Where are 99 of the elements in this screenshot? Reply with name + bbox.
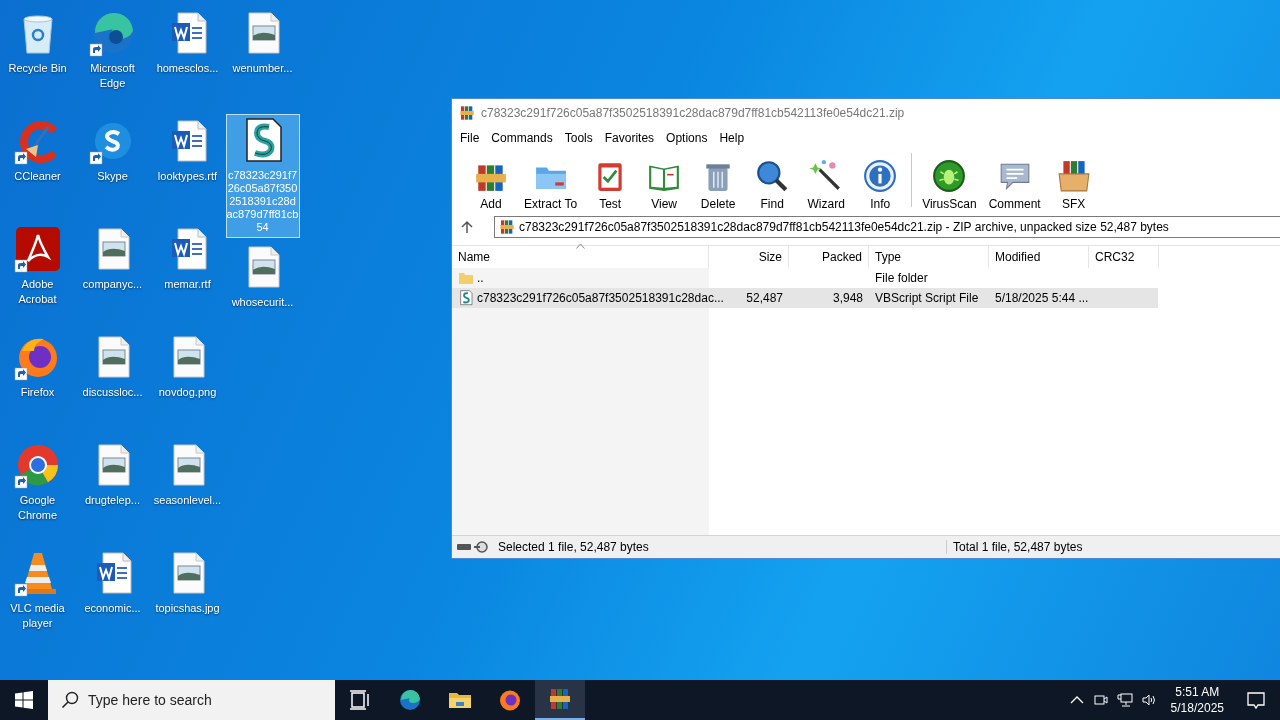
column-header[interactable]: Modified [989,246,1089,268]
toolbar-button[interactable]: Test [583,159,638,211]
table-cell: File folder [875,271,928,285]
script-file-icon [458,290,474,306]
task-view-icon [348,688,372,712]
desktop-shortcut[interactable]: discussloc... [75,330,150,404]
document-icon [171,228,206,270]
cleaner-icon [19,121,57,163]
image-file-icon [248,12,279,54]
box-icon [1056,159,1091,193]
archive-icon [499,219,515,235]
desktop-shortcut[interactable]: topicshas.jpg [150,546,225,620]
desktop-shortcut[interactable]: Google Chrome [0,438,75,527]
status-text: Selected 1 file, 52,487 bytes [498,540,650,554]
table-cell: 52,487 [746,291,783,305]
desktop-shortcut[interactable]: drugtelep... [75,438,150,512]
desktop-shortcut[interactable]: CCleaner [0,114,75,188]
desktop-shortcut[interactable]: looktypes.rtf [150,114,225,188]
up-arrow-icon[interactable] [460,220,474,234]
volume-icon[interactable] [1140,692,1157,708]
desktop-shortcut[interactable]: companyc... [75,222,150,296]
column-header[interactable]: Packed [789,246,869,268]
info-icon [863,159,898,193]
document-icon [171,120,206,162]
window-title: c78323c291f726c05a87f3502518391c28dac879d7ff81cb542113fe0e54dc21.zip [481,106,905,120]
table-cell: .. [477,271,484,285]
column-header[interactable]: CRC32 [1089,246,1159,268]
browser-icon [498,688,522,712]
table-cell: 3,948 [832,291,863,305]
archive-icon [459,105,475,121]
bug-icon [932,159,967,193]
taskbar-app[interactable] [535,680,585,720]
camera-icon[interactable] [1092,692,1109,708]
chat-app-icon [94,123,131,159]
script-file-icon [245,118,282,162]
toolbar-button[interactable]: Find [745,159,800,211]
desktop-shortcut[interactable]: VLC media player [0,546,75,635]
notification-icon[interactable] [1246,690,1266,710]
windows-logo-icon [15,691,33,709]
archive-icon [548,687,572,711]
desktop-shortcut[interactable]: Recycle Bin [0,6,75,80]
search-icon [61,691,79,709]
toolbar-button[interactable]: Comment [982,159,1047,211]
menu-item[interactable]: Commands [485,131,559,145]
column-header[interactable]: Name [452,246,709,268]
desktop-shortcut[interactable]: memar.rtf [150,222,225,296]
search-field[interactable]: Type here to search [48,680,335,720]
browser-icon [18,338,57,377]
image-file-icon [98,336,129,378]
desktop-shortcut[interactable]: homesclos... [150,6,225,80]
toolbar-button[interactable]: Extract To [518,159,584,211]
image-file-icon [98,228,129,270]
browser-icon [17,445,58,486]
desktop-shortcut[interactable]: wenumber... [225,6,300,80]
file-row[interactable]: .. File folder [452,268,1158,288]
desktop-shortcut[interactable]: whosecurit... [225,240,300,314]
document-icon [171,12,206,54]
toolbar-button[interactable]: Wizard [799,159,854,211]
document-icon [96,552,131,594]
clock[interactable]: 5:51 AM 5/18/2025 [1160,684,1234,716]
toolbar-button[interactable]: View [637,159,692,211]
image-file-icon [173,336,204,378]
file-row[interactable]: c78323c291f726c05a87f3502518391c28dac... 52,487 3,948 VBScript Script File 5/18/2025 5:44 ... [452,288,1158,308]
image-file-icon [173,444,204,486]
table-cell: c78323c291f726c05a87f3502518391c28dac... [477,291,724,305]
column-header[interactable]: Type [869,246,989,268]
toolbar-button[interactable]: Delete [691,159,746,211]
image-file-icon [98,444,129,486]
toolbar-button[interactable]: Info [853,159,908,211]
menu-item[interactable]: Help [713,131,751,145]
search-icon [755,159,790,193]
desktop-shortcut[interactable]: seasonlevel... [150,438,225,512]
desktop-shortcut[interactable]: novdog.png [150,330,225,404]
image-file-icon [173,552,204,594]
desktop-shortcut[interactable]: Firefox [0,330,75,404]
toolbar-button[interactable]: VirusScan [916,159,983,211]
path-field[interactable]: c78323c291f726c05a87f3502518391c28dac879d7ff81cb542113fe0e54dc21.zip - ZIP archive, unpacked size 52,487 bytes [494,216,1280,238]
toolbar-button[interactable]: Add [464,159,518,211]
image-file-icon [248,246,279,288]
desktop-shortcut[interactable]: Skype [75,114,150,188]
column-header[interactable]: Size [709,246,789,268]
sort-caret-icon [576,243,585,249]
desktop-shortcut[interactable]: Adobe Acrobat [0,222,75,311]
recycle-bin-icon [23,15,52,54]
table-cell: 5/18/2025 5:44 ... [995,291,1089,305]
status-text: Total 1 file, 52,487 bytes [946,540,1083,554]
menu-item[interactable]: Tools [558,131,599,145]
pdf-reader-icon [15,227,60,271]
network-icon[interactable] [1116,692,1133,708]
browser-icon [398,688,422,712]
menu-item[interactable]: Options [660,131,714,145]
menu-item[interactable]: File [454,131,486,145]
table-cell: VBScript Script File [875,291,979,305]
desktop-shortcut[interactable]: Microsoft Edge [75,6,150,95]
toolbar-button[interactable]: SFX [1046,159,1101,211]
browser-icon [92,12,133,53]
folder-icon [458,270,474,286]
desktop-shortcut[interactable]: economic... [75,546,150,620]
menu-item[interactable]: Favorites [598,131,661,145]
